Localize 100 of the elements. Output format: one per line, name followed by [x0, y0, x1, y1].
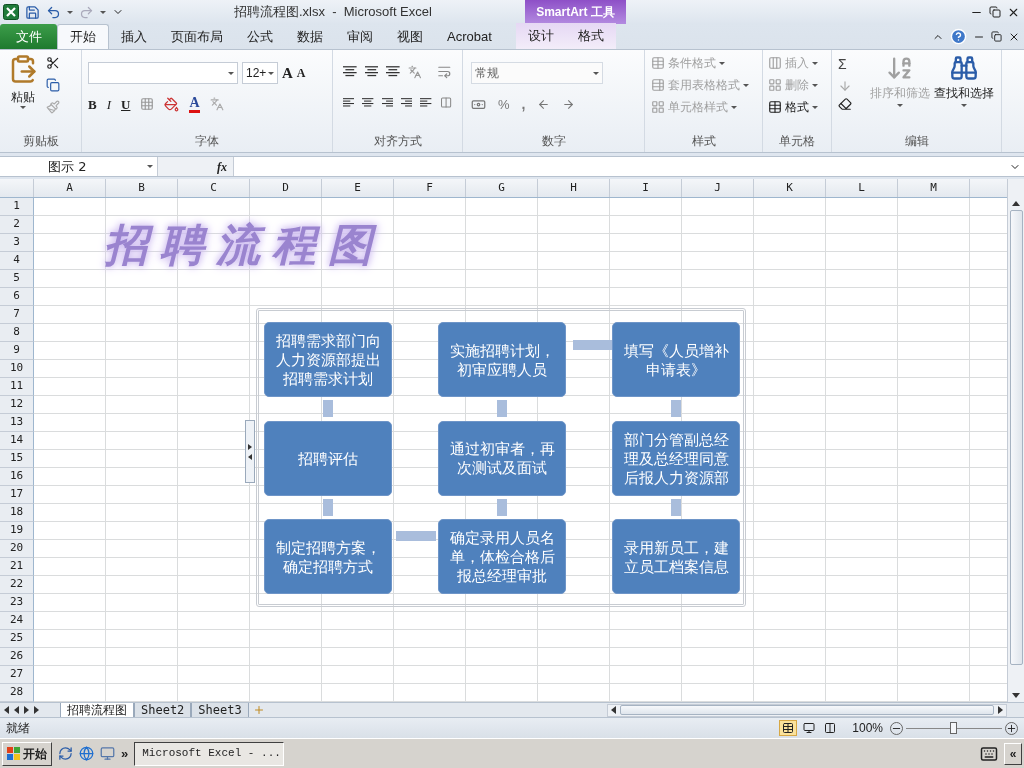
row-header[interactable]: 20 — [0, 540, 34, 558]
row-header[interactable]: 1 — [0, 198, 34, 216]
column-header[interactable]: I — [610, 179, 682, 197]
keyboard-icon[interactable] — [980, 744, 998, 763]
text-pane-toggle[interactable] — [245, 420, 255, 483]
process-node[interactable]: 录用新员工，建立员工档案信息 — [612, 519, 740, 594]
column-header[interactable]: F — [394, 179, 466, 197]
process-node[interactable]: 部门分管副总经理及总经理同意后报人力资源部 — [612, 420, 740, 496]
increase-indent-icon[interactable] — [420, 96, 432, 109]
row-header[interactable]: 16 — [0, 468, 34, 486]
cells-menu-button[interactable]: 格式 — [768, 98, 826, 116]
font-name-field[interactable] — [88, 62, 238, 85]
ribbon-tab[interactable]: 开始 — [57, 24, 109, 49]
process-node[interactable]: 通过初审者，再次测试及面试 — [438, 420, 566, 496]
zoom-slider[interactable] — [906, 721, 1002, 735]
sheet-tab[interactable]: 招聘流程图 — [60, 702, 134, 718]
align-left-icon[interactable] — [343, 96, 355, 109]
ribbon-tab[interactable]: 审阅 — [335, 25, 385, 49]
ribbon-tab[interactable]: Acrobat — [435, 25, 504, 49]
quick-launch-icon[interactable] — [58, 746, 73, 761]
restore-icon[interactable] — [989, 6, 1001, 18]
ribbon-tab[interactable]: 数据 — [285, 25, 335, 49]
row-header[interactable]: 15 — [0, 450, 34, 468]
comma-button[interactable]: , — [521, 94, 526, 115]
process-node[interactable]: 确定录用人员名单，体检合格后报总经理审批 — [438, 519, 566, 594]
smartart-frame[interactable]: 招聘需求部门向人力资源部提出招聘需求计划 实施招聘计划，初审应聘人员 填写《人员增补申请表》 招聘评估 通过初审者，再次测试及面试 部门分管副总经理及总经理同意后报人力资源部 制定招聘方案，确定招聘方式 确定录用人员名单，体检合格后报总经理审批 录用新员工，建立员工档案信息 — [256, 308, 746, 607]
row-header[interactable]: 8 — [0, 324, 34, 342]
process-node[interactable]: 招聘需求部门向人力资源部提出招聘需求计划 — [264, 322, 392, 397]
row-header[interactable]: 5 — [0, 270, 34, 288]
column-header[interactable]: K — [754, 179, 826, 197]
column-header[interactable]: B — [106, 179, 178, 197]
font-size-field[interactable]: 12+ — [242, 62, 278, 85]
row-header[interactable]: 17 — [0, 486, 34, 504]
process-node[interactable]: 填写《人员增补申请表》 — [612, 322, 740, 397]
cut-icon[interactable] — [46, 56, 60, 70]
row-header[interactable]: 27 — [0, 666, 34, 684]
ribbon-tab[interactable]: 插入 — [109, 25, 159, 49]
row-header[interactable]: 10 — [0, 360, 34, 378]
row-header[interactable]: 23 — [0, 594, 34, 612]
view-button[interactable] — [779, 720, 798, 736]
column-header[interactable]: E — [322, 179, 394, 197]
clear-icon[interactable] — [838, 97, 852, 111]
fill-color-icon[interactable] — [164, 96, 180, 112]
undo-icon[interactable] — [46, 4, 61, 20]
autosum-button[interactable]: Σ — [838, 54, 866, 75]
row-header[interactable]: 6 — [0, 288, 34, 306]
row-header[interactable]: 28 — [0, 684, 34, 702]
align-center-icon[interactable] — [362, 96, 374, 109]
start-button[interactable]: 开始 — [2, 741, 52, 766]
shrink-font-button[interactable]: A — [296, 64, 306, 83]
column-header[interactable]: A — [34, 179, 106, 197]
column-header[interactable]: G — [466, 179, 538, 197]
font-color-button[interactable]: A — [189, 95, 200, 113]
currency-icon[interactable] — [471, 97, 486, 112]
sheet-tab[interactable]: Sheet2 — [134, 702, 192, 718]
grow-font-button[interactable]: A — [282, 62, 293, 85]
save-icon[interactable] — [25, 4, 40, 20]
align-right-icon[interactable] — [381, 96, 394, 109]
process-node[interactable]: 招聘评估 — [264, 420, 392, 496]
increase-decimal-icon[interactable] — [537, 98, 551, 111]
row-header[interactable]: 26 — [0, 648, 34, 666]
column-header[interactable]: C — [178, 179, 250, 197]
quick-launch-icon[interactable] — [100, 746, 115, 761]
more-button[interactable]: » — [121, 743, 129, 764]
row-header[interactable]: 11 — [0, 378, 34, 396]
row-header[interactable]: 7 — [0, 306, 34, 324]
vertical-scrollbar[interactable] — [1007, 179, 1024, 702]
tray-toggle-button[interactable]: « — [1004, 742, 1022, 765]
bold-button[interactable]: B — [88, 94, 97, 114]
ribbon-tab[interactable]: 公式 — [235, 25, 285, 49]
ribbon-tab[interactable]: 文件 — [0, 24, 57, 49]
row-header[interactable]: 25 — [0, 630, 34, 648]
row-header[interactable]: 12 — [0, 396, 34, 414]
merge-cells-icon[interactable] — [439, 95, 452, 110]
process-node[interactable]: 实施招聘计划，初审应聘人员 — [438, 322, 566, 397]
column-header[interactable]: H — [538, 179, 610, 197]
insert-function-button[interactable]: fx — [217, 157, 227, 176]
column-header[interactable]: L — [826, 179, 898, 197]
underline-button[interactable]: U — [121, 94, 131, 114]
row-header[interactable]: 24 — [0, 612, 34, 630]
percent-button[interactable]: % — [498, 94, 510, 115]
sheet-tab[interactable]: Sheet3 — [191, 702, 249, 718]
row-header[interactable]: 3 — [0, 234, 34, 252]
row-header[interactable]: 14 — [0, 432, 34, 450]
row-header[interactable]: 18 — [0, 504, 34, 522]
ribbon-tab[interactable]: 视图 — [385, 25, 435, 49]
help-icon[interactable] — [950, 28, 967, 45]
row-header[interactable]: 2 — [0, 216, 34, 234]
row-header[interactable]: 22 — [0, 576, 34, 594]
restore-icon[interactable] — [991, 31, 1002, 42]
wrap-text-icon[interactable] — [437, 64, 452, 79]
row-header[interactable]: 19 — [0, 522, 34, 540]
row-header[interactable]: 13 — [0, 414, 34, 432]
ribbon-tab[interactable]: 格式 — [565, 23, 616, 49]
process-node[interactable]: 制定招聘方案，确定招聘方式 — [264, 519, 392, 594]
taskbar-window-button[interactable]: Microsoft Excel - ... — [134, 741, 285, 766]
row-header[interactable]: 21 — [0, 558, 34, 576]
ribbon-tab[interactable]: 设计 — [515, 23, 566, 49]
decrease-decimal-icon[interactable] — [562, 98, 576, 111]
italic-button[interactable]: I — [106, 94, 111, 114]
